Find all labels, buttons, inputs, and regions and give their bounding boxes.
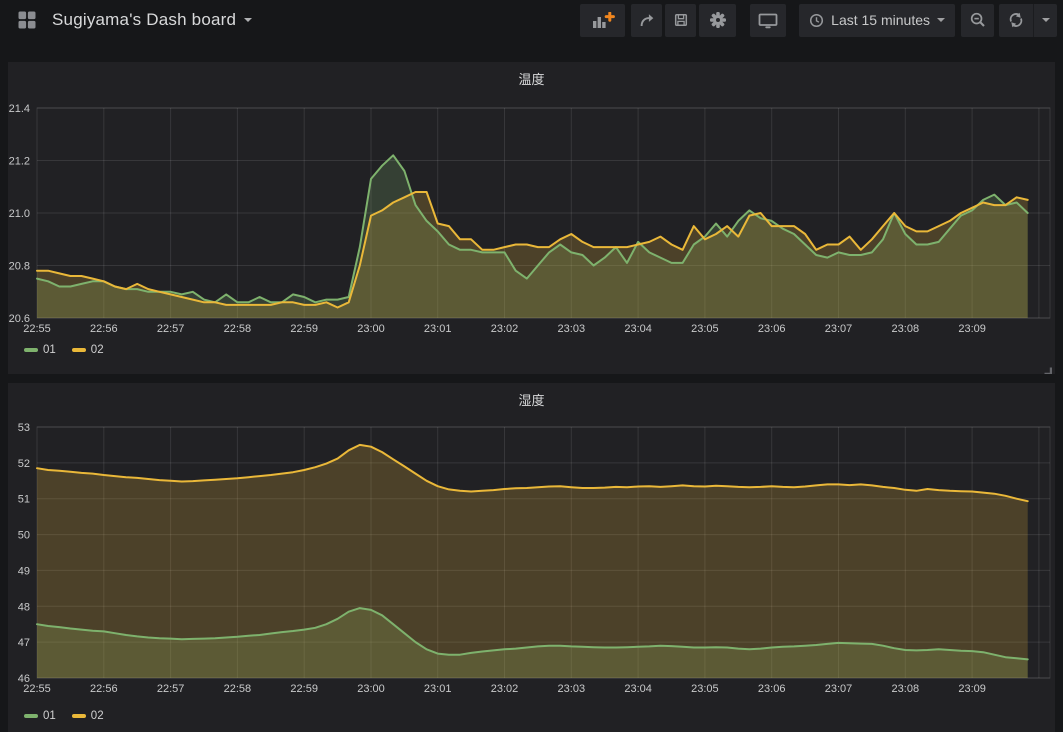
gear-icon: [709, 11, 727, 29]
y-tick-label: 52: [18, 458, 30, 470]
y-tick-label: 21.0: [9, 208, 30, 220]
dashboard-title: Sugiyama's Dash board: [52, 10, 236, 30]
humidity-legend: 01 02: [24, 710, 104, 722]
y-tick-label: 20.8: [9, 261, 30, 273]
dashboards-menu-button[interactable]: [10, 3, 44, 37]
temperature-chart[interactable]: 22:5522:5622:5722:5822:5923:0023:0123:02…: [8, 62, 1055, 374]
panel-humidity: 湿度 22:5522:5622:5722:5822:5923:0023:0123…: [8, 383, 1055, 732]
x-tick-label: 23:09: [958, 323, 986, 335]
legend-label: 02: [91, 710, 104, 722]
legend-item-01[interactable]: 01: [24, 710, 56, 722]
panel-title-temperature[interactable]: 温度: [8, 69, 1055, 88]
x-tick-label: 23:06: [758, 323, 786, 335]
time-picker-button[interactable]: Last 15 minutes: [799, 4, 955, 37]
y-tick-label: 46: [18, 673, 30, 685]
navbar-tools: Last 15 minutes: [580, 4, 1057, 37]
refresh-interval-caret-icon: [1042, 18, 1050, 22]
x-tick-label: 23:05: [691, 323, 719, 335]
x-tick-label: 23:09: [958, 683, 986, 695]
dashboard-title-dropdown[interactable]: Sugiyama's Dash board: [52, 10, 252, 30]
time-picker-caret-icon: [937, 18, 945, 22]
x-tick-label: 22:57: [157, 323, 185, 335]
save-icon: [673, 12, 689, 28]
add-panel-icon: [591, 12, 615, 29]
grafana-app: Sugiyama's Dash board: [0, 0, 1063, 732]
x-tick-label: 23:07: [825, 323, 853, 335]
x-tick-label: 22:56: [90, 323, 118, 335]
x-tick-label: 23:01: [424, 683, 452, 695]
panel-temperature: 温度 22:5522:5622:5722:5822:5923:0023:0123…: [8, 62, 1055, 374]
panel-resize-handle[interactable]: [1043, 362, 1052, 371]
clock-icon: [809, 13, 824, 28]
legend-item-02[interactable]: 02: [72, 710, 104, 722]
x-tick-label: 23:05: [691, 683, 719, 695]
legend-label: 02: [91, 344, 104, 356]
x-tick-label: 22:57: [157, 683, 185, 695]
x-tick-label: 23:00: [357, 323, 385, 335]
navbar: Sugiyama's Dash board: [0, 0, 1063, 40]
humidity-chart[interactable]: 22:5522:5622:5722:5822:5923:0023:0123:02…: [8, 383, 1055, 732]
y-tick-label: 48: [18, 601, 30, 613]
add-panel-button[interactable]: [580, 4, 625, 37]
x-tick-label: 23:02: [491, 683, 519, 695]
legend-swatch: [24, 714, 38, 718]
dashboard-grid: 温度 22:5522:5622:5722:5822:5923:0023:0123…: [0, 40, 1063, 732]
legend-item-01[interactable]: 01: [24, 344, 56, 356]
y-tick-label: 53: [18, 422, 30, 434]
x-tick-label: 23:04: [624, 323, 652, 335]
legend-label: 01: [43, 344, 56, 356]
x-tick-label: 23:03: [558, 683, 586, 695]
legend-swatch: [72, 348, 86, 352]
x-tick-label: 22:59: [290, 683, 318, 695]
x-tick-label: 23:06: [758, 683, 786, 695]
legend-label: 01: [43, 710, 56, 722]
share-dashboard-button[interactable]: [631, 4, 662, 37]
x-tick-label: 22:58: [224, 683, 252, 695]
save-dashboard-button[interactable]: [665, 4, 696, 37]
refresh-control: [999, 4, 1057, 37]
x-tick-label: 23:00: [357, 683, 385, 695]
legend-swatch: [72, 714, 86, 718]
x-tick-label: 23:04: [624, 683, 652, 695]
chevron-down-icon: [244, 18, 252, 22]
legend-swatch: [24, 348, 38, 352]
apps-grid-icon: [18, 11, 36, 29]
x-tick-label: 22:58: [224, 323, 252, 335]
y-tick-label: 51: [18, 494, 30, 506]
refresh-icon: [1008, 12, 1024, 28]
refresh-interval-dropdown[interactable]: [1033, 4, 1057, 37]
refresh-button[interactable]: [999, 4, 1033, 37]
resize-corner-icon: [1043, 366, 1052, 374]
x-tick-label: 23:01: [424, 323, 452, 335]
share-icon: [638, 12, 655, 29]
y-tick-label: 21.4: [9, 103, 30, 115]
y-tick-label: 20.6: [9, 313, 30, 325]
legend-item-02[interactable]: 02: [72, 344, 104, 356]
x-tick-label: 23:08: [892, 683, 920, 695]
x-tick-label: 23:07: [825, 683, 853, 695]
y-tick-label: 21.2: [9, 156, 30, 168]
temperature-legend: 01 02: [24, 344, 104, 356]
dashboard-settings-button[interactable]: [699, 4, 736, 37]
zoom-out-icon: [970, 12, 986, 28]
x-tick-label: 22:59: [290, 323, 318, 335]
zoom-out-button[interactable]: [961, 4, 994, 37]
x-tick-label: 23:02: [491, 323, 519, 335]
tv-mode-button[interactable]: [750, 4, 786, 37]
y-tick-label: 49: [18, 565, 30, 577]
x-tick-label: 23:03: [558, 323, 586, 335]
tv-mode-icon: [758, 12, 778, 29]
panel-title-humidity[interactable]: 湿度: [8, 390, 1055, 409]
x-tick-label: 23:08: [892, 323, 920, 335]
x-tick-label: 22:56: [90, 683, 118, 695]
y-tick-label: 47: [18, 637, 30, 649]
time-picker-label: Last 15 minutes: [831, 12, 930, 28]
y-tick-label: 50: [18, 530, 30, 542]
